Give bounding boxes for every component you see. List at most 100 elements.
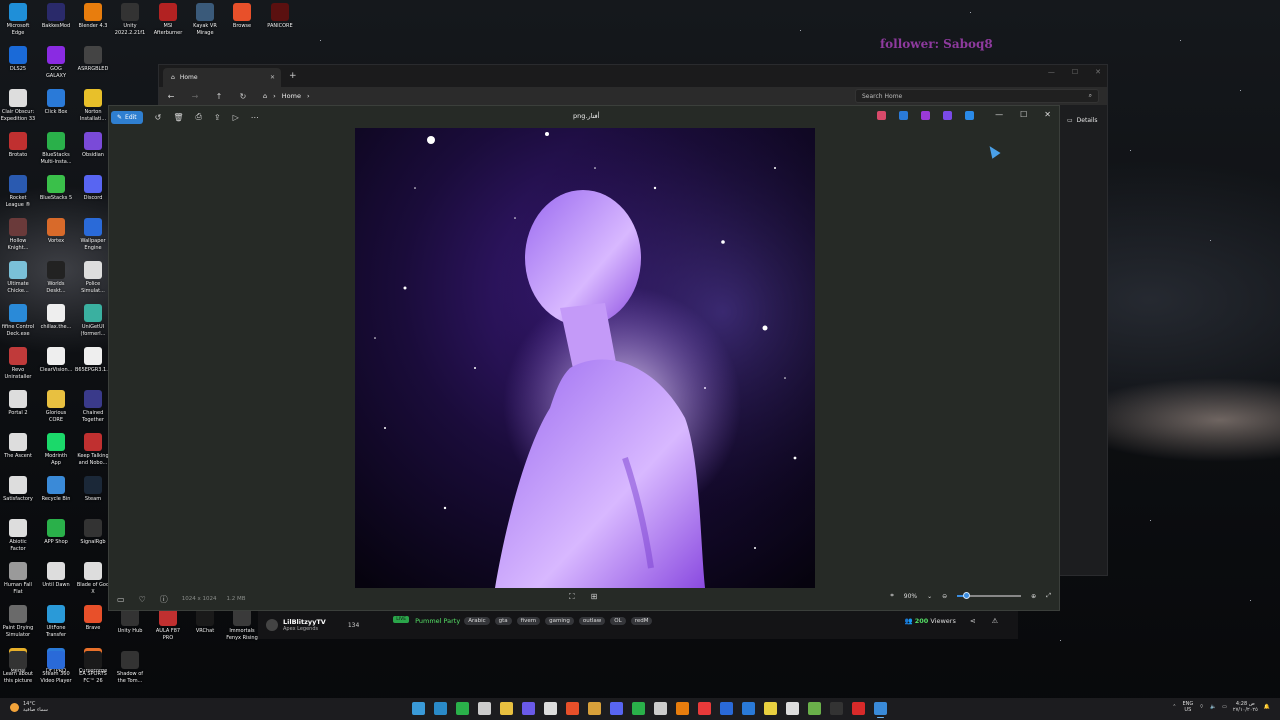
print-icon[interactable]: ⎙ (196, 112, 202, 122)
desktop-icon[interactable]: DLS25 (0, 46, 37, 73)
filmstrip-icon[interactable]: ▭ (117, 595, 125, 604)
desktop-icon[interactable]: EA SPORTS FC™ 26 (74, 651, 112, 685)
desktop-icon[interactable]: Steam (74, 476, 112, 503)
stream-tag[interactable]: fivem (516, 617, 541, 625)
stream-tag[interactable]: redM (630, 617, 653, 625)
desktop-icon[interactable]: Worlds Deskt... (37, 261, 75, 295)
desktop-icon[interactable]: PANICORE (261, 3, 299, 30)
desktop-icon[interactable]: Satisfactory (0, 476, 37, 503)
desktop-icon[interactable]: BakkesMod (37, 3, 75, 30)
desktop-icon[interactable]: Rocket League ® (0, 175, 37, 209)
vscode-icon[interactable] (742, 702, 755, 715)
desktop-icon[interactable]: SignalRgb (74, 519, 112, 546)
stream-tag[interactable]: outlaw (578, 617, 606, 625)
terminal-icon[interactable] (830, 702, 843, 715)
refresh-icon[interactable]: ↻ (231, 92, 255, 101)
desktop-icon[interactable]: UniGetUI (formerl... (74, 304, 112, 338)
desktop-icon[interactable]: Brave (74, 605, 112, 632)
acrobat-icon[interactable] (852, 702, 865, 715)
maximize-icon[interactable]: ☐ (1020, 110, 1027, 119)
desktop-icon[interactable]: BlueStacks 5 (37, 175, 75, 202)
zoom-slider-thumb[interactable] (962, 592, 970, 599)
sticky-notes-icon[interactable] (764, 702, 777, 715)
delete-icon[interactable]: 🗑 (173, 113, 183, 122)
desktop-icon[interactable]: Brotato (0, 132, 37, 159)
desktop-icon[interactable]: Click Box (37, 89, 75, 116)
share-icon[interactable]: ⋖ (970, 617, 976, 625)
desktop-icon[interactable]: Keep Talking and Nobo... (74, 433, 112, 467)
explorer-search-input[interactable]: Search Home ⌕ (855, 89, 1099, 103)
desktop-icon[interactable]: Glorious CORE (37, 390, 75, 424)
desktop-icon[interactable]: GOG GALAXY (37, 46, 75, 80)
xbox-icon[interactable] (456, 702, 469, 715)
more-options-icon[interactable]: ⋯ (251, 113, 259, 122)
slideshow-icon[interactable]: ▷ (233, 113, 239, 122)
desktop-icon[interactable]: chillax.the... (37, 304, 75, 331)
desktop-icon[interactable]: Unity 2022.2.21f1 (111, 3, 149, 37)
zoom-slider[interactable] (957, 592, 1022, 599)
desktop-icon[interactable]: Learn about this picture (0, 651, 37, 685)
desktop-icon[interactable]: Discord (74, 175, 112, 202)
onedrive-app-icon[interactable] (965, 111, 974, 120)
notification-bell-icon[interactable]: 🔔 (1264, 704, 1270, 710)
desktop-icon[interactable]: Revo Uninstaller (0, 347, 37, 381)
volume-icon[interactable]: 🔈 (1210, 704, 1216, 710)
screenshot-icon[interactable]: ⌗ (890, 592, 893, 600)
clock[interactable]: 4:28 ص ٢٧/١٠/٢٠٢٥ (1233, 701, 1258, 713)
desktop-icon[interactable]: Until Dawn (37, 562, 75, 589)
desktop-icon[interactable]: Vortex (37, 218, 75, 245)
streamer-info[interactable]: LilBlitzyyTV Apex Legends (266, 618, 326, 632)
desktop-icon[interactable]: Kayak VR Mirage (186, 3, 224, 37)
ai-app-icon[interactable] (943, 111, 952, 120)
zoom-level-select[interactable]: 90% (904, 593, 917, 600)
minimize-icon[interactable]: — (995, 110, 1003, 119)
stream-tag[interactable]: OL (610, 617, 626, 625)
zoom-out-icon[interactable]: ⊖ (942, 593, 947, 600)
weather-widget[interactable]: 14°C سماء صافية (10, 701, 48, 713)
windows-start-icon[interactable] (412, 702, 425, 715)
breadcrumb-home[interactable]: Home (282, 92, 301, 100)
close-tab-icon[interactable]: ✕ (270, 74, 275, 81)
stream-title[interactable]: Pummel Party (415, 617, 460, 625)
favorite-heart-icon[interactable]: ♡ (139, 595, 146, 604)
desktop-icon[interactable]: Blade of God X (74, 562, 112, 596)
up-arrow-icon[interactable]: ↑ (207, 92, 231, 101)
photos-viewer-window[interactable]: ✎ Edit ↺ 🗑 ⎙ ⇪ ▷ ⋯ png.أفتار — ☐ ✕ ▭ ♡ ⓘ… (108, 105, 1060, 611)
share-icon[interactable]: ⇪ (214, 113, 221, 122)
fit-to-window-icon[interactable]: ⛶ (569, 592, 575, 602)
desktop-icon[interactable]: Microsoft Edge (0, 3, 37, 37)
desktop-icon[interactable]: Recycle Bin (37, 476, 75, 503)
minecraft-icon[interactable] (808, 702, 821, 715)
desktop-icon[interactable]: ClearVision... (37, 347, 75, 374)
calendar-icon[interactable] (544, 702, 557, 715)
desktop-icon[interactable]: MSI Afterburner (149, 3, 187, 37)
back-arrow-icon[interactable]: ← (159, 92, 183, 101)
blender-icon[interactable] (676, 702, 689, 715)
desktop-icon[interactable]: Ultimate Chicke... (0, 261, 37, 295)
brave-icon[interactable] (566, 702, 579, 715)
battery-icon[interactable]: ▭ (1222, 704, 1227, 710)
home-icon[interactable]: ⌂ (263, 92, 267, 100)
stream-tag[interactable]: gta (494, 617, 512, 625)
breadcrumb[interactable]: ⌂ › Home › (263, 92, 310, 100)
desktop-icon[interactable]: Norton Installati... (74, 89, 112, 123)
zoom-in-icon[interactable]: ⊕ (1031, 593, 1036, 600)
photos-icon[interactable] (874, 702, 887, 718)
info-icon[interactable]: ⓘ (160, 594, 168, 605)
desktop-icon[interactable]: Police Simulat... (74, 261, 112, 295)
desktop-icon[interactable]: Blender 4.3 (74, 3, 112, 30)
stream-tag[interactable]: gaming (545, 617, 574, 625)
chevron-down-icon[interactable]: ⌄ (927, 593, 932, 600)
explorer-tab-home[interactable]: ⌂ Home ✕ (163, 68, 281, 87)
desktop-icon[interactable]: Unity Hub (111, 608, 149, 635)
stream-tag[interactable]: Arabic (464, 617, 490, 625)
edit-button[interactable]: ✎ Edit (111, 110, 143, 124)
desktop-icon[interactable]: Modrinth App (37, 433, 75, 467)
report-warning-icon[interactable]: ⚠ (992, 617, 998, 625)
desktop-icon[interactable]: Steam 360 Video Player (37, 651, 75, 685)
vivaldi-icon[interactable] (698, 702, 711, 715)
puzzle-icon[interactable] (632, 702, 645, 715)
actual-size-icon[interactable]: ⊞ (591, 592, 598, 602)
github-icon[interactable] (654, 702, 667, 715)
desktop-icon[interactable]: Hollow Knight... (0, 218, 37, 252)
